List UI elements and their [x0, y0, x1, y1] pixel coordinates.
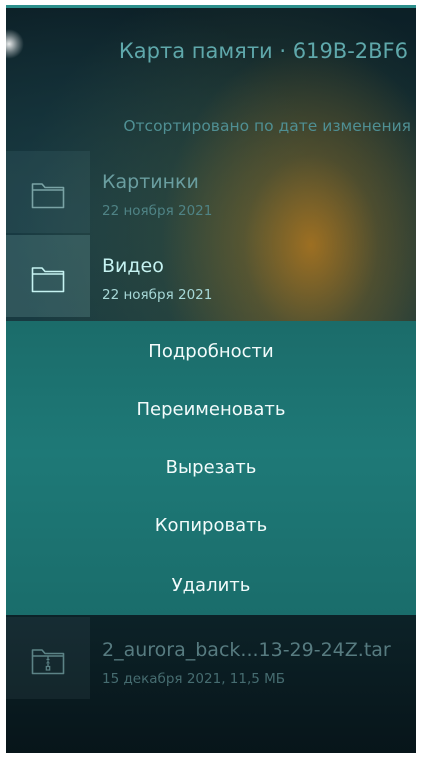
list-item-archive[interactable]: 2_aurora_back...13-29-24Z.tar 15 декабря… — [6, 617, 416, 699]
item-icon-box — [6, 151, 90, 233]
file-manager-screen: Карта памяти · 619B-2BF6 Отсортировано п… — [6, 5, 416, 753]
menu-item-delete[interactable]: Удалить — [6, 557, 416, 615]
list-item-pictures[interactable]: Картинки 22 ноября 2021 — [6, 151, 416, 233]
item-icon-box — [6, 235, 90, 317]
item-name: Видео — [102, 255, 164, 277]
list-item-video[interactable]: Видео 22 ноября 2021 — [6, 235, 416, 317]
menu-item-rename[interactable]: Переименовать — [6, 381, 416, 439]
menu-item-copy[interactable]: Копировать — [6, 497, 416, 555]
item-name: Картинки — [102, 171, 199, 193]
page-title: Карта памяти · 619B-2BF6 — [118, 39, 408, 63]
top-accent-line — [6, 5, 416, 8]
item-date: 22 ноября 2021 — [102, 287, 213, 303]
folder-icon — [31, 183, 65, 209]
menu-item-details[interactable]: Подробности — [6, 323, 416, 381]
menu-item-cut[interactable]: Вырезать — [6, 439, 416, 497]
item-icon-box — [6, 617, 90, 699]
context-menu: Подробности Переименовать Вырезать Копир… — [6, 321, 416, 615]
sort-label: Отсортировано по дате изменения — [123, 117, 411, 135]
pulley-indicator — [6, 29, 24, 59]
item-name: 2_aurora_back...13-29-24Z.tar — [102, 639, 391, 661]
folder-icon — [31, 267, 65, 293]
item-date: 15 декабря 2021, 11,5 МБ — [102, 671, 286, 687]
item-date: 22 ноября 2021 — [102, 203, 213, 219]
archive-icon — [31, 649, 65, 675]
